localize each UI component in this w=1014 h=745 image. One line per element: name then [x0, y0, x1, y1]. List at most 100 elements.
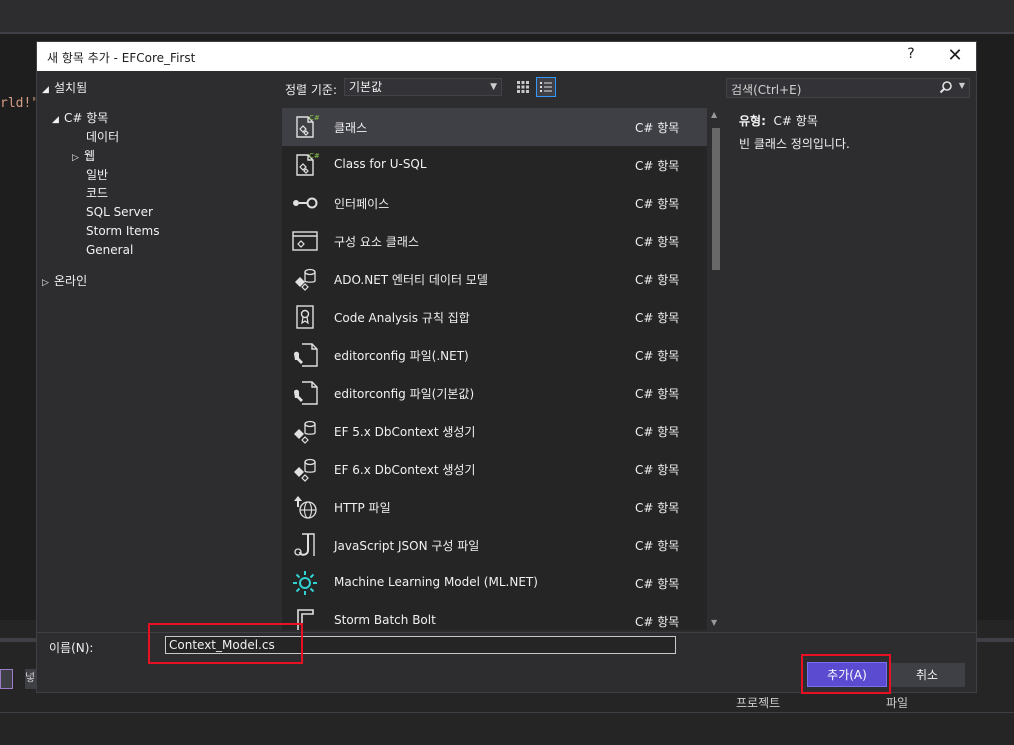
template-item-category: C# 항목 — [635, 577, 680, 591]
expanded-arrow-icon: ◢ — [52, 115, 59, 125]
name-highlight-box — [148, 623, 303, 664]
ml-icon — [290, 568, 320, 598]
template-item-category: C# 항목 — [635, 615, 680, 629]
sort-dropdown[interactable]: 기본값 ▼ — [344, 78, 502, 96]
column-header-file[interactable]: 파일 — [886, 694, 908, 711]
collapsed-arrow-icon: ▷ — [72, 153, 79, 163]
template-item-name: JavaScript JSON 구성 파일 — [334, 539, 480, 553]
tree-node-installed[interactable]: ◢ 설치됨 — [42, 79, 87, 96]
scrollbar-thumb[interactable] — [712, 128, 720, 270]
tree-node-online[interactable]: ▷ 온라인 — [42, 272, 87, 289]
template-category-tree: ◢ 설치됨 ◢ C# 항목 데이터 ▷ 웹 일반 코드 SQL Server Stor… — [37, 72, 282, 632]
filter-icon[interactable] — [0, 669, 13, 689]
tree-node-data[interactable]: 데이터 — [86, 128, 119, 145]
tree-node-general[interactable]: General — [86, 243, 133, 257]
ide-title-bar — [0, 0, 1014, 32]
type-value: C# 항목 — [773, 114, 818, 128]
template-item-category: C# 항목 — [635, 349, 680, 363]
grid-view-icon[interactable] — [514, 78, 532, 96]
column-header-project[interactable]: 프로젝트 — [736, 694, 780, 711]
template-item[interactable]: EF 5.x DbContext 생성기 C# 항목 — [282, 412, 707, 450]
template-item-name: editorconfig 파일(기본값) — [334, 387, 475, 401]
template-item-name: Code Analysis 규칙 집합 — [334, 311, 470, 325]
template-item-category: C# 항목 — [635, 235, 680, 249]
chevron-down-icon: ▼ — [490, 82, 497, 92]
name-label: 이름(N): — [49, 641, 94, 655]
ide-divider — [0, 32, 1014, 34]
sort-value: 기본값 — [349, 80, 383, 94]
component-icon — [290, 226, 320, 256]
item-description: 빈 클래스 정의입니다. — [739, 137, 850, 151]
template-item-name: Storm Batch Bolt — [334, 613, 436, 627]
template-item-name: editorconfig 파일(.NET) — [334, 349, 469, 363]
template-item[interactable]: JavaScript JSON 구성 파일 C# 항목 — [282, 526, 707, 564]
ide-rule — [0, 712, 1014, 713]
template-item-name: 구성 요소 클래스 — [334, 235, 419, 249]
search-icon[interactable] — [939, 80, 953, 94]
http-icon — [290, 492, 320, 522]
svg-text:C#: C# — [309, 152, 320, 160]
class-icon: C# — [290, 150, 320, 180]
template-item[interactable]: C# Class for U-SQL C# 항목 — [282, 146, 707, 184]
template-item-category: C# 항목 — [635, 539, 680, 553]
sort-label: 정렬 기준: — [285, 83, 338, 97]
add-new-item-dialog: 새 항목 추가 - EFCore_First ? ✕ ◢ 설치됨 ◢ C# 항목 데… — [37, 42, 976, 694]
template-item-category: C# 항목 — [635, 273, 680, 287]
template-item[interactable]: C# 클래스 C# 항목 — [282, 108, 707, 146]
editor-code-fragment: rld!" — [0, 96, 40, 111]
tree-node-storm-items[interactable]: Storm Items — [86, 224, 159, 238]
class-icon: C# — [290, 112, 320, 142]
list-view-icon[interactable] — [536, 77, 556, 97]
cancel-button[interactable]: 취소 — [889, 663, 965, 687]
template-item[interactable]: HTTP 파일 C# 항목 — [282, 488, 707, 526]
scroll-up-icon[interactable]: ▲ — [711, 110, 717, 119]
template-list-scrollbar[interactable]: ▲ ▼ — [709, 108, 723, 630]
tree-node-general-ko[interactable]: 일반 — [86, 166, 108, 183]
entity-model-icon — [290, 264, 320, 294]
template-item[interactable]: 인터페이스 C# 항목 — [282, 184, 707, 222]
dialog-title-bar: 새 항목 추가 - EFCore_First ? ✕ — [37, 42, 976, 71]
tree-node-csharp[interactable]: ◢ C# 항목 — [52, 109, 108, 126]
help-button[interactable]: ? — [901, 46, 921, 66]
template-item-name: ADO.NET 엔터티 데이터 모델 — [334, 273, 488, 287]
tree-node-web[interactable]: ▷ 웹 — [72, 147, 95, 164]
dbcontext-icon — [290, 416, 320, 446]
template-item-category: C# 항목 — [635, 501, 680, 515]
template-item[interactable]: Machine Learning Model (ML.NET) C# 항목 — [282, 564, 707, 602]
item-type-info: 유형: C# 항목 — [739, 112, 818, 129]
close-button[interactable]: ✕ — [943, 44, 967, 68]
template-item[interactable]: editorconfig 파일(기본값) C# 항목 — [282, 374, 707, 412]
tree-node-sql-server[interactable]: SQL Server — [86, 205, 153, 219]
search-options-chevron-icon[interactable]: ▼ — [959, 81, 965, 90]
template-item-category: C# 항목 — [635, 159, 680, 173]
template-item[interactable]: Storm Batch Bolt C# 항목 — [282, 602, 707, 630]
tree-node-code[interactable]: 코드 — [86, 184, 108, 201]
type-label: 유형: — [739, 114, 766, 128]
template-item-category: C# 항목 — [635, 425, 680, 439]
svg-text:C#: C# — [309, 114, 320, 122]
expanded-arrow-icon: ◢ — [42, 85, 49, 95]
editorconfig-icon — [290, 378, 320, 408]
template-item-name: HTTP 파일 — [334, 501, 391, 515]
dbcontext-icon — [290, 454, 320, 484]
template-item[interactable]: 구성 요소 클래스 C# 항목 — [282, 222, 707, 260]
template-item-name: Machine Learning Model (ML.NET) — [334, 575, 538, 589]
template-item[interactable]: Code Analysis 규칙 집합 C# 항목 — [282, 298, 707, 336]
template-item-name: EF 6.x DbContext 생성기 — [334, 463, 476, 477]
json-icon — [290, 530, 320, 560]
editorconfig-icon — [290, 340, 320, 370]
template-item-category: C# 항목 — [635, 197, 680, 211]
ruleset-icon — [290, 302, 320, 332]
template-item-category: C# 항목 — [635, 387, 680, 401]
scroll-down-icon[interactable]: ▼ — [711, 618, 717, 627]
template-item-name: 클래스 — [334, 121, 368, 135]
template-list: C# 클래스 C# 항목 C# Class for U-SQL C# 항목 인터페이스 C# … — [282, 108, 707, 630]
template-item-category: C# 항목 — [635, 121, 680, 135]
template-item[interactable]: EF 6.x DbContext 생성기 C# 항목 — [282, 450, 707, 488]
template-item-category: C# 항목 — [635, 463, 680, 477]
template-item-name: 인터페이스 — [334, 197, 390, 211]
template-item[interactable]: editorconfig 파일(.NET) C# 항목 — [282, 336, 707, 374]
search-box[interactable]: 검색(Ctrl+E) ▼ — [726, 78, 970, 98]
dialog-title: 새 항목 추가 - EFCore_First — [47, 51, 196, 65]
template-item[interactable]: ADO.NET 엔터티 데이터 모델 C# 항목 — [282, 260, 707, 298]
